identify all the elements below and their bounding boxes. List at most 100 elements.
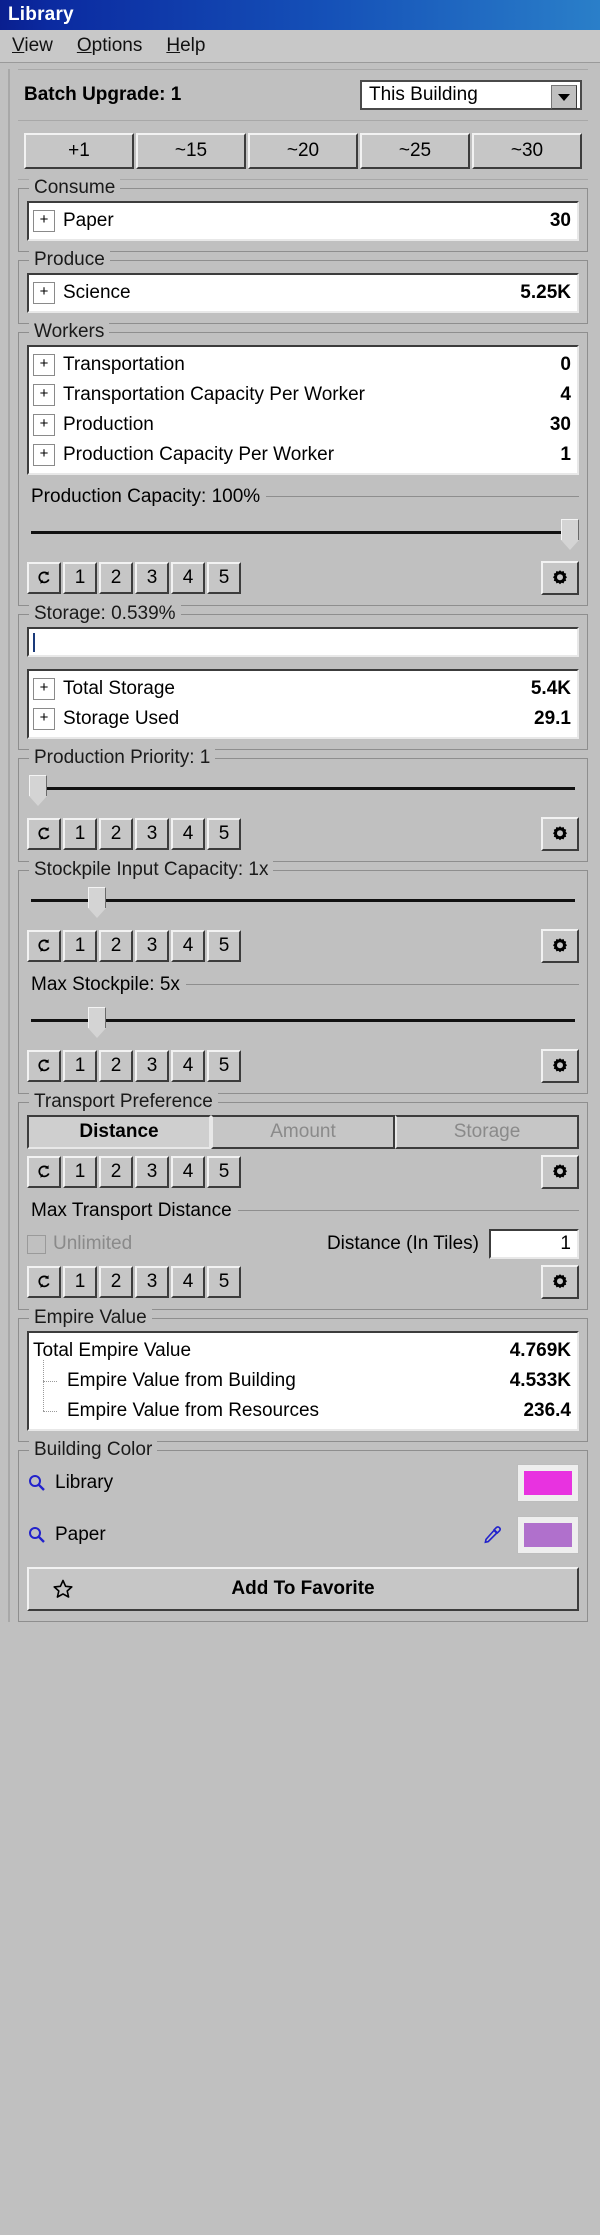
list-item[interactable]: + Production Capacity Per Worker 1 [33, 440, 571, 470]
preset-button-4[interactable]: 4 [171, 1156, 205, 1188]
gear-icon[interactable] [541, 929, 579, 963]
preset-button-1[interactable]: 1 [63, 930, 97, 962]
preset-button-3[interactable]: 3 [135, 1266, 169, 1298]
reset-icon[interactable] [27, 930, 61, 962]
batch-button-15[interactable]: ~15 [136, 133, 246, 169]
batch-button-20[interactable]: ~20 [248, 133, 358, 169]
table-row[interactable]: Total Empire Value 4.769K [33, 1336, 571, 1366]
preset-button-1[interactable]: 1 [63, 1050, 97, 1082]
tab-amount[interactable]: Amount [211, 1115, 395, 1149]
search-icon[interactable] [27, 1525, 47, 1545]
reset-icon[interactable] [27, 818, 61, 850]
production-capacity-slider[interactable] [27, 513, 579, 555]
reset-icon[interactable] [27, 1050, 61, 1082]
list-item[interactable]: + Paper 30 [33, 206, 571, 236]
expand-icon[interactable]: + [33, 384, 55, 406]
preset-button-4[interactable]: 4 [171, 1266, 205, 1298]
distance-input[interactable]: 1 [489, 1229, 579, 1259]
batch-button-30[interactable]: ~30 [472, 133, 582, 169]
expand-icon[interactable]: + [33, 678, 55, 700]
table-row[interactable]: Empire Value from Building 4.533K [33, 1360, 571, 1396]
preset-button-2[interactable]: 2 [99, 1266, 133, 1298]
color-swatch-button[interactable] [517, 1516, 579, 1554]
expand-icon[interactable]: + [33, 354, 55, 376]
stockpile-input-capacity-slider[interactable] [27, 881, 579, 923]
tab-storage[interactable]: Storage [395, 1115, 579, 1149]
list-item[interactable]: + Transportation Capacity Per Worker 4 [33, 380, 571, 410]
expand-icon[interactable]: + [33, 210, 55, 232]
preset-button-2[interactable]: 2 [99, 1156, 133, 1188]
preset-button-3[interactable]: 3 [135, 1050, 169, 1082]
reset-icon[interactable] [27, 562, 61, 594]
list-item[interactable]: + Production 30 [33, 410, 571, 440]
preset-button-5[interactable]: 5 [207, 1266, 241, 1298]
preset-button-3[interactable]: 3 [135, 930, 169, 962]
slider-thumb[interactable] [29, 775, 47, 806]
eyedropper-icon[interactable] [481, 1524, 503, 1546]
expand-icon[interactable]: + [33, 282, 55, 304]
list-item[interactable]: + Science 5.25K [33, 278, 571, 308]
preset-button-4[interactable]: 4 [171, 818, 205, 850]
gear-icon[interactable] [541, 1155, 579, 1189]
preset-button-4[interactable]: 4 [171, 1050, 205, 1082]
menu-options[interactable]: Options [77, 35, 142, 57]
reset-icon[interactable] [27, 1266, 61, 1298]
chevron-down-icon[interactable] [551, 85, 577, 109]
unlimited-checkbox[interactable] [27, 1234, 46, 1254]
preset-button-5[interactable]: 5 [207, 1050, 241, 1082]
consume-listbox: + Paper 30 [27, 201, 579, 241]
preset-button-3[interactable]: 3 [135, 1156, 169, 1188]
expand-icon[interactable]: + [33, 444, 55, 466]
list-item[interactable]: + Total Storage 5.4K [33, 674, 571, 704]
list-item[interactable]: + Storage Used 29.1 [33, 704, 571, 734]
worker-name: Transportation Capacity Per Worker [63, 384, 366, 405]
expand-icon[interactable]: + [33, 708, 55, 730]
preset-button-3[interactable]: 3 [135, 818, 169, 850]
menu-help[interactable]: Help [166, 35, 205, 57]
color-swatch-button[interactable] [517, 1464, 579, 1502]
preset-button-4[interactable]: 4 [171, 562, 205, 594]
preset-button-5[interactable]: 5 [207, 818, 241, 850]
gear-icon[interactable] [541, 1265, 579, 1299]
preset-button-5[interactable]: 5 [207, 930, 241, 962]
list-item[interactable]: + Transportation 0 [33, 350, 571, 380]
batch-button-plus1[interactable]: +1 [24, 133, 134, 169]
slider-track [31, 787, 575, 790]
color-item-name: Paper [55, 1524, 106, 1545]
preset-button-5[interactable]: 5 [207, 1156, 241, 1188]
preset-button-1[interactable]: 1 [63, 1156, 97, 1188]
add-to-favorite-button[interactable]: Add To Favorite [27, 1567, 579, 1611]
building-color-group: Building Color Library Paper Add To Favo… [18, 1439, 588, 1622]
batch-scope-dropdown[interactable]: This Building [360, 80, 582, 110]
slider-thumb[interactable] [561, 519, 579, 550]
preset-button-2[interactable]: 2 [99, 930, 133, 962]
production-capacity-legend: Production Capacity: 100% [27, 486, 267, 508]
preset-button-5[interactable]: 5 [207, 562, 241, 594]
reset-icon[interactable] [27, 1156, 61, 1188]
max-stockpile-slider[interactable] [27, 1001, 579, 1043]
gear-icon[interactable] [541, 817, 579, 851]
batch-button-25[interactable]: ~25 [360, 133, 470, 169]
preset-button-1[interactable]: 1 [63, 818, 97, 850]
preset-button-1[interactable]: 1 [63, 562, 97, 594]
worker-value: 0 [560, 354, 571, 375]
table-row[interactable]: Empire Value from Resources 236.4 [33, 1372, 571, 1426]
preset-button-3[interactable]: 3 [135, 562, 169, 594]
tab-distance[interactable]: Distance [27, 1115, 211, 1149]
gear-icon[interactable] [541, 561, 579, 595]
preset-button-2[interactable]: 2 [99, 562, 133, 594]
slider-thumb[interactable] [87, 887, 106, 918]
preset-button-4[interactable]: 4 [171, 930, 205, 962]
preset-button-1[interactable]: 1 [63, 1266, 97, 1298]
text-cursor [33, 632, 35, 652]
menu-view[interactable]: View [12, 35, 53, 57]
preset-button-2[interactable]: 2 [99, 1050, 133, 1082]
production-priority-slider[interactable] [27, 769, 579, 811]
storage-input[interactable] [27, 627, 579, 657]
preset-button-2[interactable]: 2 [99, 818, 133, 850]
expand-icon[interactable]: + [33, 414, 55, 436]
gear-icon[interactable] [541, 1049, 579, 1083]
search-icon[interactable] [27, 1473, 47, 1493]
slider-thumb[interactable] [87, 1007, 106, 1038]
production-priority-controls: 1 2 3 4 5 [27, 817, 579, 851]
